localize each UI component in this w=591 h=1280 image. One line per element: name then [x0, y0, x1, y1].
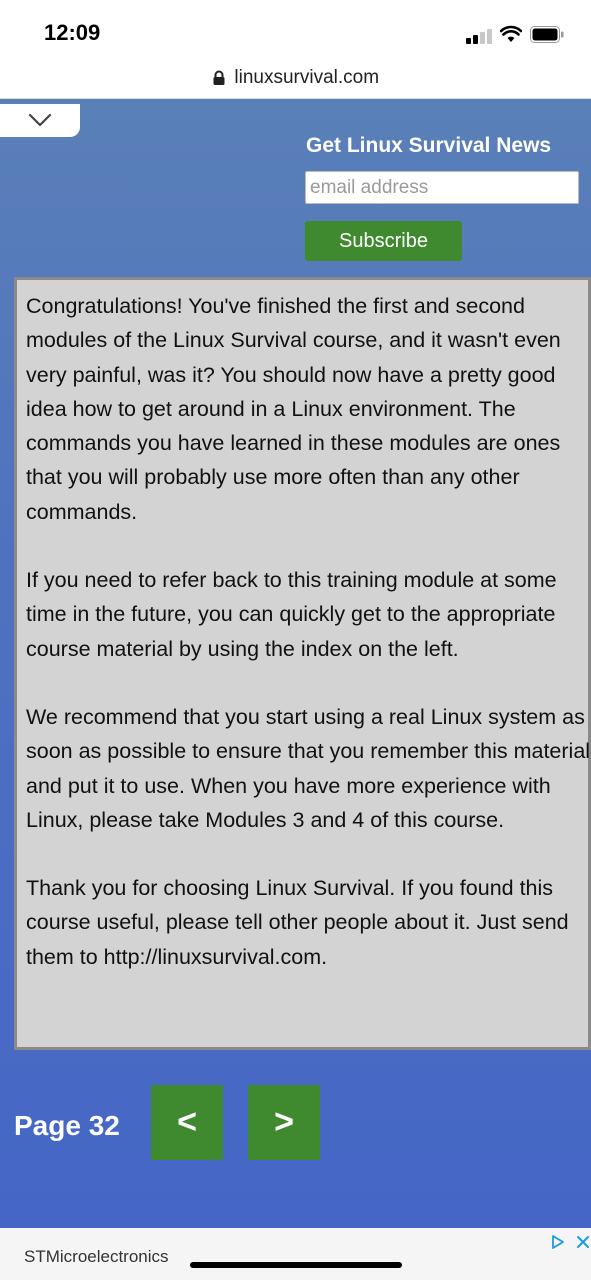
previous-page-button[interactable]: <	[151, 1085, 223, 1160]
lock-icon	[213, 70, 225, 85]
collapse-menu-button[interactable]	[0, 104, 80, 137]
lesson-paragraph: Thank you for choosing Linux Survival. I…	[26, 876, 569, 969]
lesson-paragraph: If you need to refer back to this traini…	[26, 568, 557, 661]
ad-banner[interactable]: STMicroelectronics	[0, 1228, 591, 1280]
lesson-paragraph: We recommend that you start using a real…	[26, 704, 591, 832]
status-bar: 12:09	[0, 0, 591, 62]
cellular-signal-icon	[466, 28, 494, 44]
status-time: 12:09	[44, 20, 101, 45]
wifi-icon	[500, 25, 522, 42]
newsletter-title: Get Linux Survival News	[306, 134, 552, 157]
lesson-paragraph: Congratulations! You've finished the fir…	[26, 294, 561, 524]
chevron-down-icon	[28, 113, 52, 127]
next-page-button[interactable]: >	[248, 1085, 320, 1160]
close-icon[interactable]	[575, 1234, 591, 1250]
subscribe-button[interactable]: Subscribe	[305, 221, 462, 261]
page-content: Get Linux Survival News Subscribe Congra…	[0, 99, 591, 1228]
home-indicator	[190, 1262, 402, 1268]
lesson-text-box: Congratulations! You've finished the fir…	[14, 277, 591, 1050]
ad-choices-icon[interactable]	[550, 1234, 566, 1250]
url-text: linuxsurvival.com	[234, 67, 380, 88]
email-field[interactable]	[305, 171, 579, 204]
battery-icon	[530, 26, 564, 43]
address-bar[interactable]: linuxsurvival.com	[0, 62, 591, 99]
page-number: Page 32	[14, 1110, 120, 1141]
ad-advertiser: STMicroelectronics	[24, 1247, 169, 1266]
